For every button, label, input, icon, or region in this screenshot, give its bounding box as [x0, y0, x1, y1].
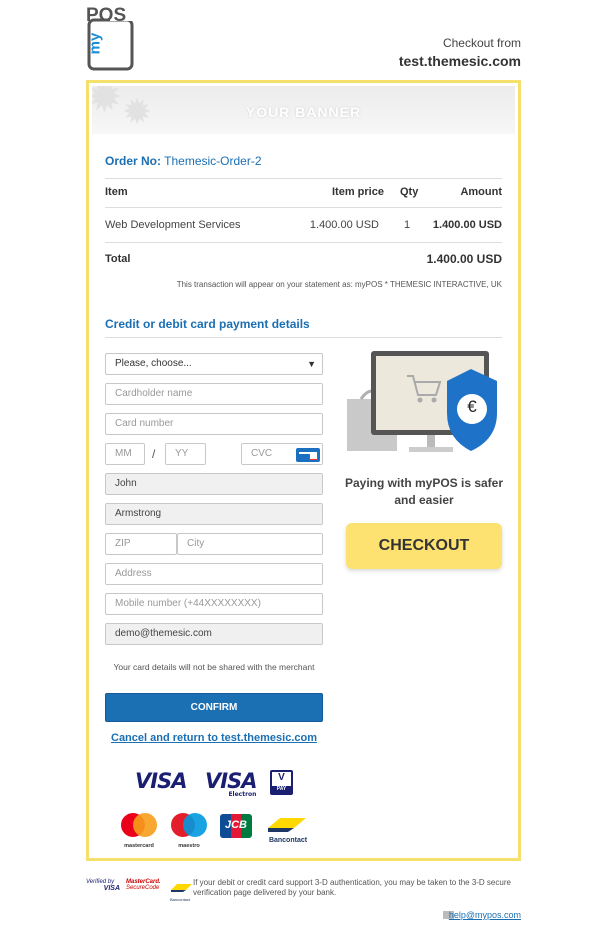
maestro-logo: maestro [169, 812, 209, 849]
row-item: Web Development Services [105, 219, 241, 231]
cardholder-input[interactable]: Cardholder name [105, 383, 323, 405]
checkout-button[interactable]: CHECKOUT [346, 523, 502, 569]
mobile-input[interactable]: Mobile number (+44XXXXXXXX) [105, 593, 323, 615]
select-value: Please, choose... [115, 358, 192, 369]
payment-section-title: Credit or debit card payment details [105, 317, 310, 331]
order-label: Order No: [105, 154, 162, 168]
secure-checkout-illustration: € [347, 351, 503, 466]
checkout-from-label: Checkout from [442, 36, 521, 50]
row-price: 1.400.00 USD [309, 219, 379, 231]
visa-electron-logo: VISA Electron [205, 769, 257, 798]
expiry-year-input[interactable]: YY [165, 443, 206, 465]
dropdown-arrow-icon: ▼ [307, 359, 316, 369]
cvc-input[interactable]: CVC [241, 443, 323, 465]
banner-text: YOUR BANNER [245, 104, 362, 120]
address-input[interactable]: Address [105, 563, 323, 585]
mastercard-label: mastercard [124, 843, 154, 849]
checkout-host: test.themesic.com [398, 53, 521, 69]
col-amount: Amount [460, 186, 502, 198]
bancontact-small-text: Bancontact [170, 897, 191, 902]
banner: ✹ ✹ YOUR BANNER [92, 86, 515, 134]
email-input[interactable]: demo@themesic.com [105, 623, 323, 645]
vpay-v: V [278, 772, 285, 783]
maestro-label: maestro [178, 843, 200, 849]
verified-by-visa-logo: Verified by VISA [86, 879, 120, 895]
total-value: 1.400.00 USD [426, 252, 502, 266]
electron-sub: Electron [228, 791, 257, 798]
row-qty: 1 [404, 219, 411, 231]
paying-safer-text: Paying with myPOS is safer and easier [344, 476, 504, 507]
card-number-input[interactable]: Card number [105, 413, 323, 435]
expiry-month-input[interactable]: MM [105, 443, 145, 465]
divider [105, 337, 502, 338]
order-value: Themesic-Order-2 [164, 154, 262, 168]
first-name-input[interactable]: John [105, 473, 323, 495]
jcb-text: JCB [224, 819, 247, 831]
city-input[interactable]: City [177, 533, 323, 555]
visa-electron-text: VISA [205, 769, 257, 793]
col-item: Item [105, 186, 128, 198]
bancontact-label: Bancontact [268, 837, 308, 844]
card-type-select[interactable]: Please, choose... ▼ [105, 353, 323, 375]
verified-visa-text: VISA [103, 885, 120, 892]
cvc-placeholder: CVC [251, 448, 273, 459]
col-price: Item price [332, 186, 384, 198]
help-email-link[interactable]: help@mypos.com [449, 910, 521, 920]
col-qty: Qty [400, 186, 419, 198]
euro-icon: € [467, 397, 477, 416]
last-name-input[interactable]: Armstrong [105, 503, 323, 525]
vpay-pay: PAY [272, 786, 291, 793]
mastercard-securecode-logo: MasterCard. SecureCode [126, 879, 164, 895]
mastercard-logo: mastercard [119, 812, 159, 849]
divider [105, 178, 502, 179]
mypos-logo: POS my [86, 5, 136, 71]
bancontact-logo: Bancontact [266, 814, 310, 844]
divider [105, 242, 502, 243]
logo-text-my: my [86, 32, 104, 55]
zip-input[interactable]: ZIP [105, 533, 177, 555]
expiry-separator: / [152, 447, 156, 461]
visa-logo: VISA [135, 769, 187, 793]
order-number: Order No: Themesic-Order-2 [105, 154, 262, 168]
credit-card-icon [296, 448, 320, 462]
footer-3ds-note: If your debit or credit card support 3-D… [193, 878, 511, 897]
statement-note: This transaction will appear on your sta… [176, 280, 502, 289]
jcb-logo: JCB [220, 814, 252, 838]
confirm-button[interactable]: CONFIRM [105, 693, 323, 722]
cancel-link[interactable]: Cancel and return to test.themesic.com [105, 732, 323, 744]
privacy-note: Your card details will not be shared wit… [113, 662, 315, 672]
bancontact-small-logo: Bancontact [170, 879, 194, 902]
row-amount: 1.400.00 USD [432, 219, 502, 231]
logo-text-pos: POS [86, 5, 127, 26]
mc-secure-text-2: SecureCode [126, 885, 160, 891]
total-label: Total [105, 253, 131, 265]
divider [105, 207, 502, 208]
vpay-logo: V PAY [270, 770, 293, 795]
checkout-card: ✹ ✹ YOUR BANNER Order No: Themesic-Order… [86, 80, 521, 861]
